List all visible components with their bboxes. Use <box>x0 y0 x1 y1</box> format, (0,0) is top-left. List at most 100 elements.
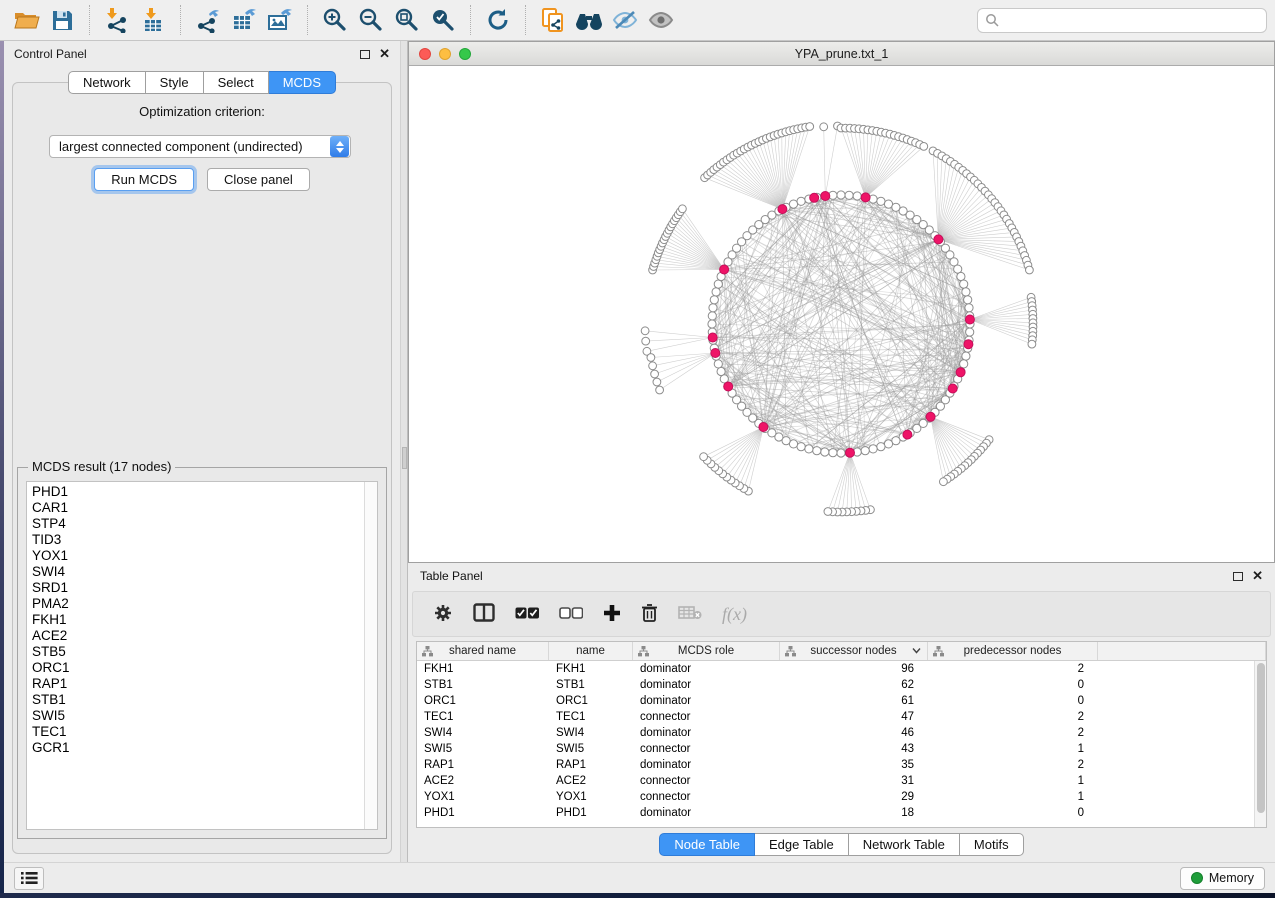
table-row[interactable]: TEC1TEC1connector472 <box>417 709 1266 725</box>
graph-hub-node[interactable] <box>759 423 768 432</box>
column-header-name[interactable]: name <box>549 642 633 660</box>
panel-splitter[interactable] <box>400 41 408 862</box>
graph-node[interactable] <box>964 296 972 304</box>
graph-leaf-node[interactable] <box>1026 266 1034 274</box>
column-header-successor-nodes[interactable]: successor nodes <box>780 642 928 660</box>
result-item[interactable]: STB5 <box>32 644 364 660</box>
graph-hub-node[interactable] <box>964 340 973 349</box>
graph-node[interactable] <box>829 449 837 457</box>
graph-hub-node[interactable] <box>778 205 787 214</box>
graph-node[interactable] <box>717 367 725 375</box>
result-item[interactable]: PHD1 <box>32 484 364 500</box>
graph-hub-node[interactable] <box>965 315 974 324</box>
graph-node[interactable] <box>853 192 861 200</box>
graph-hub-node[interactable] <box>810 193 819 202</box>
delete-column-button[interactable] <box>641 603 658 625</box>
graph-node[interactable] <box>965 304 973 312</box>
result-item[interactable]: SRD1 <box>32 580 364 596</box>
result-item[interactable]: FKH1 <box>32 612 364 628</box>
result-item[interactable]: STP4 <box>32 516 364 532</box>
graph-node[interactable] <box>837 191 845 199</box>
table-row[interactable]: ORC1ORC1dominator610 <box>417 693 1266 709</box>
search-box[interactable] <box>977 8 1267 33</box>
graph-leaf-node[interactable] <box>647 354 655 362</box>
criterion-dropdown[interactable]: largest connected component (undirected) <box>49 135 351 158</box>
graph-node[interactable] <box>789 200 797 208</box>
zoom-in-button[interactable] <box>317 3 353 37</box>
export-image-button[interactable] <box>262 3 298 37</box>
graph-leaf-node[interactable] <box>700 453 708 461</box>
mcds-result-list[interactable]: PHD1CAR1STP4TID3YOX1SWI4SRD1PMA2FKH1ACE2… <box>26 481 378 830</box>
splitter-grip-icon[interactable] <box>402 447 407 469</box>
graph-hub-node[interactable] <box>724 382 733 391</box>
graph-leaf-node[interactable] <box>679 205 687 213</box>
graph-node[interactable] <box>966 328 974 336</box>
graph-hub-node[interactable] <box>934 235 943 244</box>
table-row[interactable]: STB1STB1dominator620 <box>417 677 1266 693</box>
table-settings-button[interactable] <box>433 603 453 626</box>
table-row[interactable]: SWI4SWI4dominator462 <box>417 725 1266 741</box>
graph-node[interactable] <box>714 280 722 288</box>
memory-button[interactable]: Memory <box>1180 867 1265 890</box>
export-network-button[interactable] <box>190 3 226 37</box>
graph-node[interactable] <box>861 447 869 455</box>
graph-node[interactable] <box>877 443 885 451</box>
graph-hub-node[interactable] <box>903 430 912 439</box>
graph-leaf-node[interactable] <box>824 508 832 516</box>
tab-mcds[interactable]: MCDS <box>269 71 336 94</box>
open-folder-button[interactable] <box>8 3 44 37</box>
graph-hub-node[interactable] <box>708 333 717 342</box>
graph-leaf-node[interactable] <box>642 337 650 345</box>
graph-node[interactable] <box>837 449 845 457</box>
zoom-selected-button[interactable] <box>425 3 461 37</box>
tab-network-table[interactable]: Network Table <box>849 833 960 856</box>
table-scrollbar-thumb[interactable] <box>1257 663 1265 813</box>
float-panel-button[interactable] <box>360 50 370 59</box>
result-list-scrollbar[interactable] <box>364 482 377 829</box>
graph-leaf-node[interactable] <box>940 478 948 486</box>
graph-leaf-node[interactable] <box>653 378 661 386</box>
table-row[interactable]: ACE2ACE2connector311 <box>417 773 1266 789</box>
search-input[interactable] <box>1000 13 1259 27</box>
table-row[interactable]: FKH1FKH1dominator962 <box>417 661 1266 677</box>
tab-node-table[interactable]: Node Table <box>659 833 755 856</box>
close-table-panel-button[interactable]: ✕ <box>1252 571 1263 581</box>
graph-leaf-node[interactable] <box>806 123 814 131</box>
select-all-button[interactable] <box>515 607 539 622</box>
graph-leaf-node[interactable] <box>656 386 664 394</box>
graph-hub-node[interactable] <box>720 265 729 274</box>
graph-leaf-node[interactable] <box>649 362 657 370</box>
graph-node[interactable] <box>960 360 968 368</box>
graph-node[interactable] <box>805 445 813 453</box>
table-scrollbar[interactable] <box>1254 661 1266 827</box>
graph-node[interactable] <box>884 440 892 448</box>
task-history-button[interactable] <box>14 867 44 890</box>
tab-motifs[interactable]: Motifs <box>960 833 1024 856</box>
graph-leaf-node[interactable] <box>641 327 649 335</box>
refresh-button[interactable] <box>480 3 516 37</box>
graph-hub-node[interactable] <box>956 368 965 377</box>
clone-network-button[interactable] <box>535 3 571 37</box>
result-item[interactable]: CAR1 <box>32 500 364 516</box>
export-table-button[interactable] <box>226 3 262 37</box>
toggle-panel-layout-button[interactable] <box>473 603 495 625</box>
function-builder-button[interactable]: f(x) <box>722 604 747 625</box>
run-mcds-button[interactable]: Run MCDS <box>94 168 194 191</box>
graph-node[interactable] <box>877 197 885 205</box>
result-item[interactable]: SWI4 <box>32 564 364 580</box>
table-row[interactable]: RAP1RAP1dominator352 <box>417 757 1266 773</box>
tab-select[interactable]: Select <box>204 71 269 94</box>
result-item[interactable]: ACE2 <box>32 628 364 644</box>
graph-hub-node[interactable] <box>926 412 935 421</box>
delete-table-button[interactable] <box>678 605 702 623</box>
graph-node[interactable] <box>708 320 716 328</box>
graph-leaf-node[interactable] <box>651 370 659 378</box>
network-titlebar[interactable]: YPA_prune.txt_1 <box>409 42 1274 66</box>
result-item[interactable]: GCR1 <box>32 740 364 756</box>
hide-selected-button[interactable] <box>607 3 643 37</box>
graph-hub-node[interactable] <box>846 448 855 457</box>
table-row[interactable]: YOX1YOX1connector291 <box>417 789 1266 805</box>
close-panel-action-button[interactable]: Close panel <box>207 168 310 191</box>
close-panel-button[interactable]: ✕ <box>379 49 390 59</box>
first-neighbors-button[interactable] <box>571 3 607 37</box>
